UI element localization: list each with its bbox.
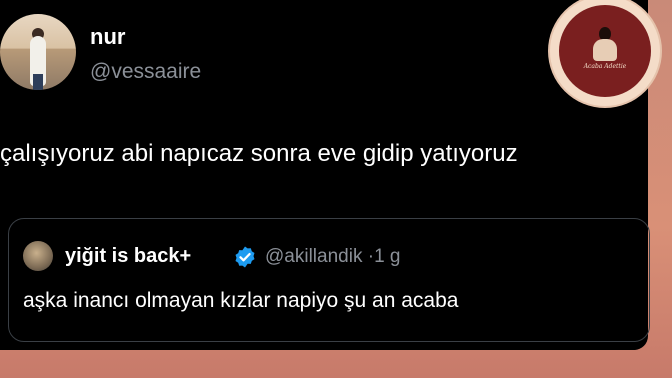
watermark-inner: Acaba Adettie bbox=[559, 5, 651, 97]
author-avatar[interactable] bbox=[0, 14, 76, 90]
quoted-text: aşka inancı olmayan kızlar napiyo şu an … bbox=[23, 289, 459, 312]
tweet-text: çalışıyoruz abi napıcaz sonra eve gidip … bbox=[0, 140, 518, 167]
quoted-meta: @akillandik ·1 g bbox=[265, 246, 400, 268]
quoted-tweet[interactable]: yiğit is back+ @akillandik ·1 g aşka ina… bbox=[8, 218, 650, 342]
quoted-avatar[interactable] bbox=[23, 241, 53, 271]
watermark-badge: Acaba Adettie bbox=[550, 0, 660, 106]
author-handle[interactable]: @vessaaire bbox=[90, 60, 201, 84]
quoted-author-handle[interactable]: @akillandik bbox=[265, 246, 362, 267]
quoted-author-name[interactable]: yiğit is back+ bbox=[65, 245, 191, 268]
quoted-time[interactable]: 1 g bbox=[374, 246, 400, 267]
watermark-figure-body bbox=[593, 39, 617, 61]
watermark-text: Acaba Adettie bbox=[583, 63, 627, 70]
avatar-legs bbox=[33, 74, 43, 90]
author-name[interactable]: nur bbox=[90, 24, 125, 50]
verified-badge-icon bbox=[235, 246, 255, 268]
